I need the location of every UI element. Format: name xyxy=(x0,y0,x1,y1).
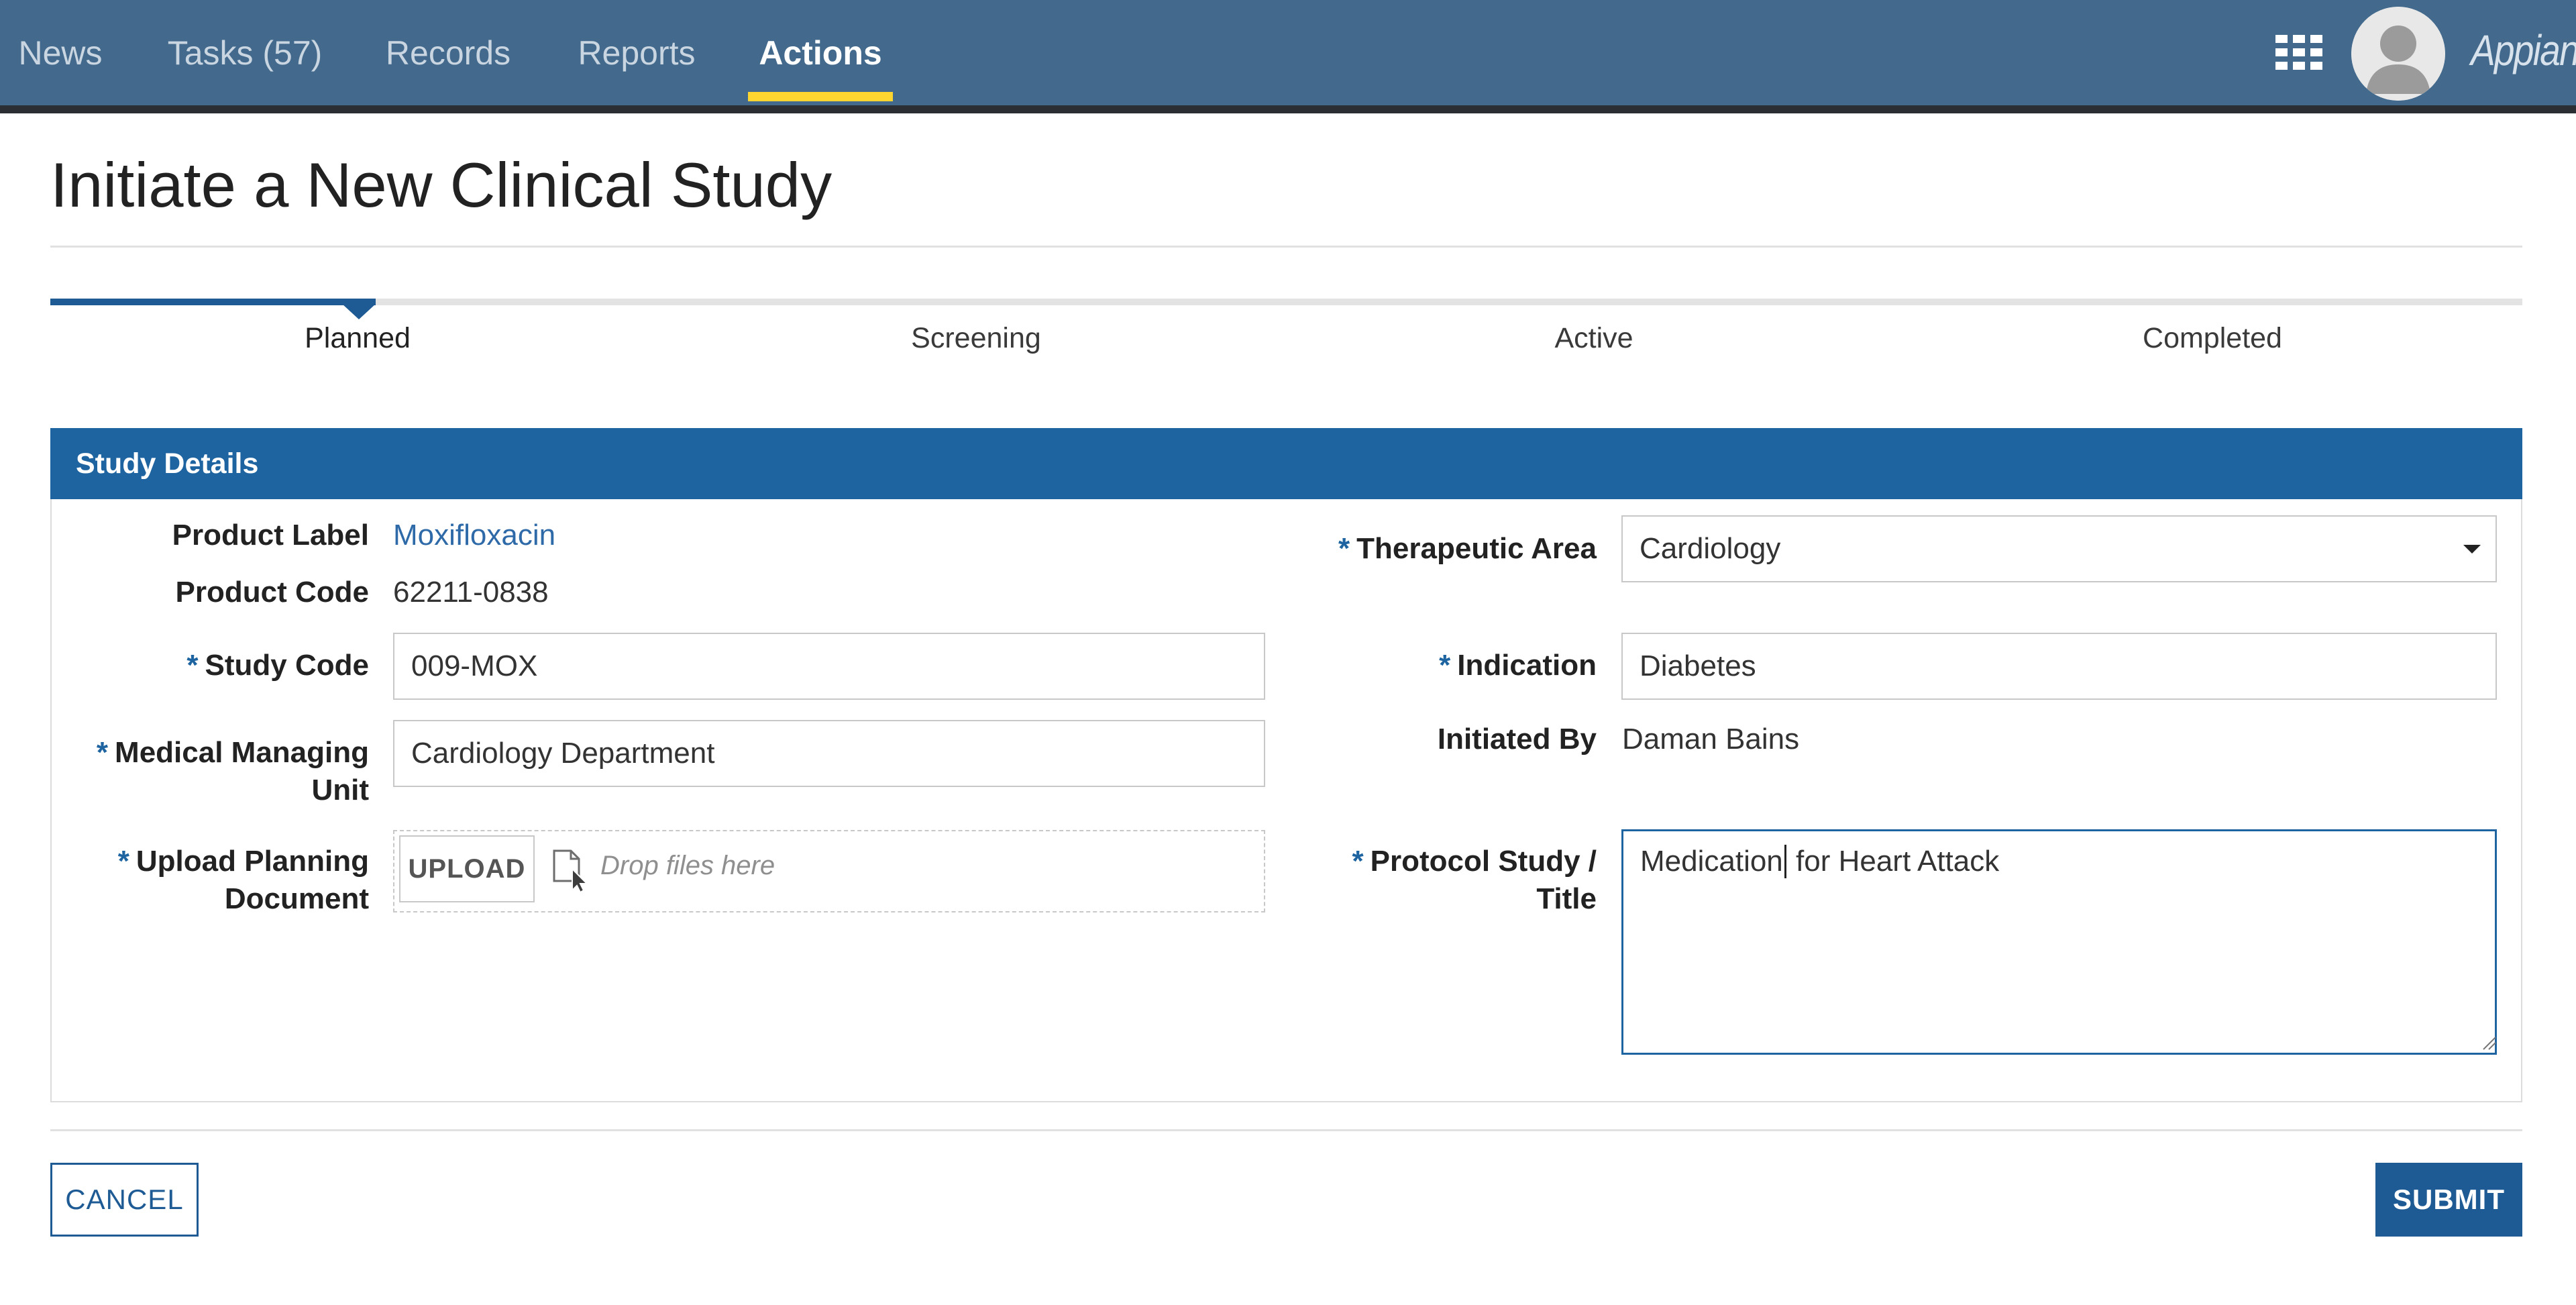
page-title: Initiate a New Clinical Study xyxy=(50,150,833,220)
grid-icon[interactable] xyxy=(2275,35,2322,70)
tab-reports[interactable]: Reports xyxy=(564,0,710,105)
milestone-progress xyxy=(50,299,376,305)
tab-news[interactable]: News xyxy=(0,0,121,105)
milestone-step-screening: Screening xyxy=(911,322,1041,354)
chevron-down-icon xyxy=(2463,545,2481,554)
required-marker: * xyxy=(186,649,199,682)
upload-button[interactable]: UPLOAD xyxy=(399,835,535,902)
required-marker: * xyxy=(1439,649,1451,682)
submit-button[interactable]: SUBMIT xyxy=(2375,1163,2522,1237)
nav-bottom-rule xyxy=(0,105,2576,113)
user-icon xyxy=(2351,7,2445,101)
required-marker: * xyxy=(117,845,129,878)
product-label-link[interactable]: Moxifloxacin xyxy=(393,517,555,554)
cancel-button[interactable]: CANCEL xyxy=(50,1163,199,1237)
indication-input[interactable]: Diabetes xyxy=(1621,633,2497,700)
brand-logo: Appian xyxy=(2471,26,2576,74)
protocol-text-before-cursor: Medication xyxy=(1640,845,1783,878)
study-code-input[interactable]: 009-MOX xyxy=(393,633,1265,700)
medical-unit-input[interactable]: Cardiology Department xyxy=(393,720,1265,787)
section-title: Study Details xyxy=(50,428,2522,499)
required-marker: * xyxy=(96,736,109,769)
top-nav-bar: News Tasks (57) Records Reports Actions … xyxy=(0,0,2576,105)
tab-actions[interactable]: Actions xyxy=(748,0,893,105)
medical-unit-label: * Medical Managing Unit xyxy=(96,736,369,806)
milestone-step-active: Active xyxy=(1554,322,1633,354)
text-cursor xyxy=(1784,845,1786,878)
protocol-label: * Protocol Study / Title xyxy=(1352,845,1597,915)
tab-tasks[interactable]: Tasks (57) xyxy=(154,0,335,105)
product-label-label: Product Label xyxy=(172,519,369,552)
protocol-title-textarea[interactable]: Medication for Heart Attack xyxy=(1621,829,2497,1055)
therapeutic-area-select[interactable]: Cardiology xyxy=(1621,515,2497,582)
protocol-text-after-cursor: for Heart Attack xyxy=(1787,845,2000,878)
therapeutic-area-label: * Therapeutic Area xyxy=(1338,532,1597,565)
product-code-label: Product Code xyxy=(175,576,369,609)
milestone-caret-icon xyxy=(342,304,376,319)
upload-label: * Upload Planning Document xyxy=(117,845,369,915)
user-avatar[interactable] xyxy=(2351,7,2445,101)
milestone-step-planned: Planned xyxy=(305,322,411,354)
milestone-step-completed: Completed xyxy=(2143,322,2282,354)
tab-records[interactable]: Records xyxy=(369,0,527,105)
file-drop-icon xyxy=(553,849,589,893)
resize-handle-icon[interactable] xyxy=(2479,1033,2497,1051)
required-marker: * xyxy=(1352,845,1364,878)
milestone-track xyxy=(50,299,2522,305)
title-divider xyxy=(50,246,2522,248)
initiated-by-value: Daman Bains xyxy=(1622,723,1800,755)
indication-label: * Indication xyxy=(1439,649,1597,682)
drop-files-hint: Drop files here xyxy=(600,851,775,880)
footer-divider xyxy=(50,1129,2522,1131)
product-code-value: 62211-0838 xyxy=(393,576,549,609)
required-marker: * xyxy=(1338,532,1350,565)
initiated-by-label: Initiated By xyxy=(1437,723,1597,755)
active-tab-indicator xyxy=(748,92,893,101)
study-code-label: * Study Code xyxy=(186,649,369,682)
